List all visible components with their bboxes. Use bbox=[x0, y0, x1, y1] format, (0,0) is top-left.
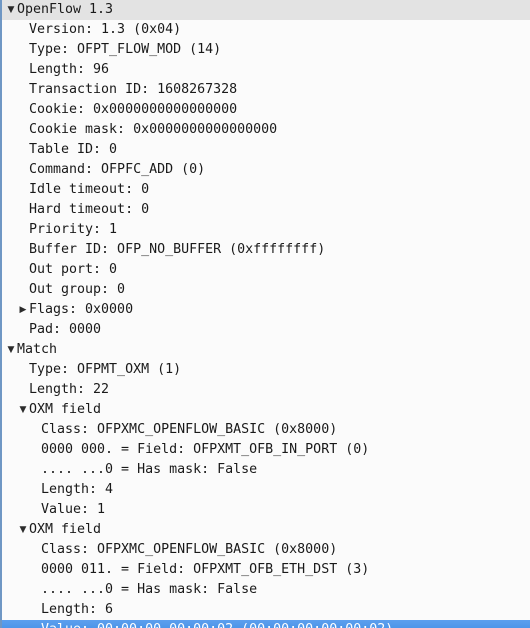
tree-row[interactable]: ▶ Flags: 0x0000 bbox=[0, 300, 530, 320]
tree-row-label: Length: 96 bbox=[29, 62, 110, 77]
tree-row[interactable]: .... ...0 = Has mask: False bbox=[0, 580, 530, 600]
tree-row-label: Pad: 0000 bbox=[29, 322, 102, 337]
tree-row-label: OXM field bbox=[29, 522, 102, 537]
packet-detail-tree[interactable]: ▼ OpenFlow 1.3 Version: 1.3 (0x04) Type: OF… bbox=[0, 0, 530, 628]
tree-row-label: .... ...0 = Has mask: False bbox=[41, 582, 258, 597]
tree-row-label: Length: 4 bbox=[41, 482, 114, 497]
tree-row[interactable]: Length: 22 bbox=[0, 380, 530, 400]
tree-row-label: Transaction ID: 1608267328 bbox=[29, 82, 238, 97]
tree-row-label: Out group: 0 bbox=[29, 282, 126, 297]
tree-row-label: Value: 00:00:00_00:00:02 (00:00:00:00:00… bbox=[41, 620, 393, 628]
tree-row-label: Type: OFPT_FLOW_MOD (14) bbox=[29, 42, 222, 57]
chevron-down-icon[interactable]: ▼ bbox=[17, 400, 29, 420]
tree-row-label: Class: OFPXMC_OPENFLOW_BASIC (0x8000) bbox=[41, 542, 338, 557]
chevron-down-icon[interactable]: ▼ bbox=[5, 340, 17, 360]
tree-row[interactable]: Idle timeout: 0 bbox=[0, 180, 530, 200]
tree-row[interactable]: Length: 4 bbox=[0, 480, 530, 500]
tree-row[interactable]: Table ID: 0 bbox=[0, 140, 530, 160]
tree-row[interactable]: Value: 00:00:00_00:00:02 (00:00:00:00:00… bbox=[0, 620, 530, 628]
tree-row[interactable]: Type: OFPMT_OXM (1) bbox=[0, 360, 530, 380]
tree-row[interactable]: Length: 96 bbox=[0, 60, 530, 80]
tree-row[interactable]: .... ...0 = Has mask: False bbox=[0, 460, 530, 480]
tree-row-label: OpenFlow 1.3 bbox=[17, 2, 114, 17]
tree-row-label: Length: 6 bbox=[41, 602, 114, 617]
tree-row-label: Version: 1.3 (0x04) bbox=[29, 22, 182, 37]
chevron-down-icon[interactable]: ▼ bbox=[5, 0, 17, 20]
tree-row-label: Cookie: 0x0000000000000000 bbox=[29, 102, 238, 117]
tree-row-label: Idle timeout: 0 bbox=[29, 182, 150, 197]
tree-row[interactable]: 0000 011. = Field: OFPXMT_OFB_ETH_DST (3… bbox=[0, 560, 530, 580]
tree-row-label: OXM field bbox=[29, 402, 102, 417]
tree-row[interactable]: Out port: 0 bbox=[0, 260, 530, 280]
tree-row-label: .... ...0 = Has mask: False bbox=[41, 462, 258, 477]
tree-row[interactable]: Value: 1 bbox=[0, 500, 530, 520]
tree-row-label: Class: OFPXMC_OPENFLOW_BASIC (0x8000) bbox=[41, 422, 338, 437]
tree-row[interactable]: Type: OFPT_FLOW_MOD (14) bbox=[0, 40, 530, 60]
tree-row[interactable]: Class: OFPXMC_OPENFLOW_BASIC (0x8000) bbox=[0, 420, 530, 440]
tree-row-label: Command: OFPFC_ADD (0) bbox=[29, 162, 206, 177]
tree-row-label: Out port: 0 bbox=[29, 262, 118, 277]
tree-row-label: Length: 22 bbox=[29, 382, 110, 397]
tree-row[interactable]: Version: 1.3 (0x04) bbox=[0, 20, 530, 40]
tree-row[interactable]: 0000 000. = Field: OFPXMT_OFB_IN_PORT (0… bbox=[0, 440, 530, 460]
chevron-right-icon[interactable]: ▶ bbox=[17, 300, 29, 320]
tree-row[interactable]: ▼ Match bbox=[0, 340, 530, 360]
tree-row[interactable]: Transaction ID: 1608267328 bbox=[0, 80, 530, 100]
tree-row[interactable]: Buffer ID: OFP_NO_BUFFER (0xffffffff) bbox=[0, 240, 530, 260]
tree-row[interactable]: Priority: 1 bbox=[0, 220, 530, 240]
tree-row[interactable]: Class: OFPXMC_OPENFLOW_BASIC (0x8000) bbox=[0, 540, 530, 560]
tree-row[interactable]: Cookie: 0x0000000000000000 bbox=[0, 100, 530, 120]
packet-details-pane[interactable]: ▼ OpenFlow 1.3 Version: 1.3 (0x04) Type: OF… bbox=[0, 0, 530, 628]
tree-row-label: Cookie mask: 0x0000000000000000 bbox=[29, 122, 278, 137]
pane-focus-border bbox=[0, 0, 2, 628]
tree-row[interactable]: ▼ OXM field bbox=[0, 400, 530, 420]
tree-row-label: Hard timeout: 0 bbox=[29, 202, 150, 217]
tree-row[interactable]: Command: OFPFC_ADD (0) bbox=[0, 160, 530, 180]
tree-row[interactable]: Cookie mask: 0x0000000000000000 bbox=[0, 120, 530, 140]
tree-row-label: Table ID: 0 bbox=[29, 142, 118, 157]
tree-row[interactable]: Hard timeout: 0 bbox=[0, 200, 530, 220]
chevron-down-icon[interactable]: ▼ bbox=[17, 520, 29, 540]
tree-row-label: Match bbox=[17, 342, 58, 357]
tree-row-label: Priority: 1 bbox=[29, 222, 118, 237]
tree-row-label: Flags: 0x0000 bbox=[29, 302, 134, 317]
tree-row-label: 0000 000. = Field: OFPXMT_OFB_IN_PORT (0… bbox=[41, 442, 370, 457]
tree-row-label: Value: 1 bbox=[41, 502, 106, 517]
tree-row[interactable]: ▼ OpenFlow 1.3 bbox=[0, 0, 530, 20]
tree-row[interactable]: Out group: 0 bbox=[0, 280, 530, 300]
tree-row-label: Type: OFPMT_OXM (1) bbox=[29, 362, 182, 377]
tree-row[interactable]: Pad: 0000 bbox=[0, 320, 530, 340]
tree-row-label: 0000 011. = Field: OFPXMT_OFB_ETH_DST (3… bbox=[41, 562, 370, 577]
tree-row[interactable]: ▼ OXM field bbox=[0, 520, 530, 540]
tree-row-label: Buffer ID: OFP_NO_BUFFER (0xffffffff) bbox=[29, 242, 326, 257]
tree-row[interactable]: Length: 6 bbox=[0, 600, 530, 620]
